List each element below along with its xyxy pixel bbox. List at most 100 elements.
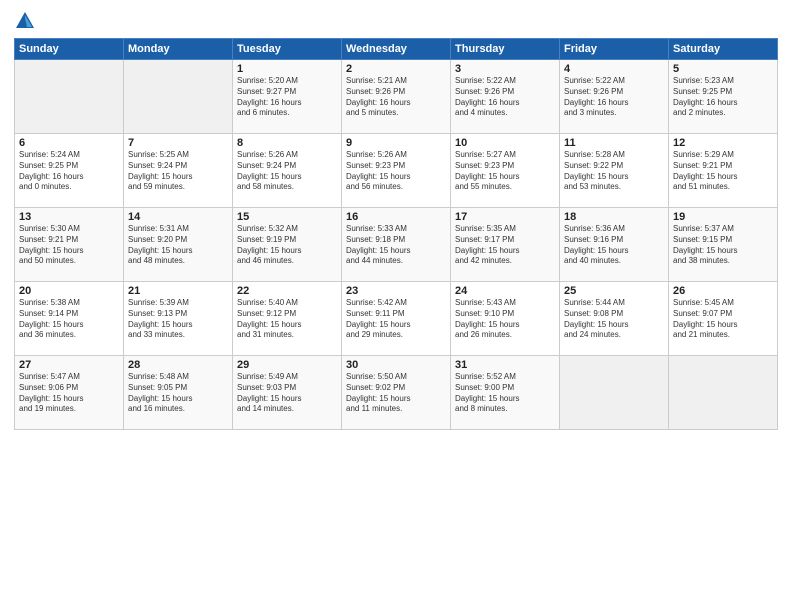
weekday-header: Sunday	[15, 39, 124, 60]
day-info: Sunrise: 5:29 AM Sunset: 9:21 PM Dayligh…	[673, 150, 773, 193]
day-info: Sunrise: 5:27 AM Sunset: 9:23 PM Dayligh…	[455, 150, 555, 193]
weekday-header: Saturday	[669, 39, 778, 60]
day-number: 28	[128, 359, 228, 371]
calendar-cell: 19Sunrise: 5:37 AM Sunset: 9:15 PM Dayli…	[669, 208, 778, 282]
calendar-cell: 11Sunrise: 5:28 AM Sunset: 9:22 PM Dayli…	[560, 134, 669, 208]
day-number: 10	[455, 137, 555, 149]
page-header	[14, 10, 778, 32]
day-number: 19	[673, 211, 773, 223]
day-info: Sunrise: 5:21 AM Sunset: 9:26 PM Dayligh…	[346, 76, 446, 119]
day-number: 9	[346, 137, 446, 149]
calendar-body: 1Sunrise: 5:20 AM Sunset: 9:27 PM Daylig…	[15, 60, 778, 430]
day-info: Sunrise: 5:38 AM Sunset: 9:14 PM Dayligh…	[19, 298, 119, 341]
weekday-header: Thursday	[451, 39, 560, 60]
calendar-week-row: 6Sunrise: 5:24 AM Sunset: 9:25 PM Daylig…	[15, 134, 778, 208]
day-number: 26	[673, 285, 773, 297]
day-number: 11	[564, 137, 664, 149]
day-info: Sunrise: 5:22 AM Sunset: 9:26 PM Dayligh…	[455, 76, 555, 119]
calendar-cell: 5Sunrise: 5:23 AM Sunset: 9:25 PM Daylig…	[669, 60, 778, 134]
calendar-week-row: 13Sunrise: 5:30 AM Sunset: 9:21 PM Dayli…	[15, 208, 778, 282]
day-info: Sunrise: 5:50 AM Sunset: 9:02 PM Dayligh…	[346, 372, 446, 415]
calendar-cell: 14Sunrise: 5:31 AM Sunset: 9:20 PM Dayli…	[124, 208, 233, 282]
calendar-cell: 21Sunrise: 5:39 AM Sunset: 9:13 PM Dayli…	[124, 282, 233, 356]
calendar-cell: 1Sunrise: 5:20 AM Sunset: 9:27 PM Daylig…	[233, 60, 342, 134]
calendar-cell: 3Sunrise: 5:22 AM Sunset: 9:26 PM Daylig…	[451, 60, 560, 134]
calendar-cell	[560, 356, 669, 430]
day-number: 1	[237, 63, 337, 75]
day-number: 24	[455, 285, 555, 297]
calendar-cell: 23Sunrise: 5:42 AM Sunset: 9:11 PM Dayli…	[342, 282, 451, 356]
calendar-cell: 26Sunrise: 5:45 AM Sunset: 9:07 PM Dayli…	[669, 282, 778, 356]
calendar-cell: 18Sunrise: 5:36 AM Sunset: 9:16 PM Dayli…	[560, 208, 669, 282]
calendar-cell: 24Sunrise: 5:43 AM Sunset: 9:10 PM Dayli…	[451, 282, 560, 356]
day-info: Sunrise: 5:22 AM Sunset: 9:26 PM Dayligh…	[564, 76, 664, 119]
calendar-week-row: 20Sunrise: 5:38 AM Sunset: 9:14 PM Dayli…	[15, 282, 778, 356]
calendar-cell: 25Sunrise: 5:44 AM Sunset: 9:08 PM Dayli…	[560, 282, 669, 356]
calendar-cell	[669, 356, 778, 430]
calendar-cell: 7Sunrise: 5:25 AM Sunset: 9:24 PM Daylig…	[124, 134, 233, 208]
calendar-week-row: 1Sunrise: 5:20 AM Sunset: 9:27 PM Daylig…	[15, 60, 778, 134]
day-info: Sunrise: 5:28 AM Sunset: 9:22 PM Dayligh…	[564, 150, 664, 193]
day-number: 18	[564, 211, 664, 223]
calendar-cell: 6Sunrise: 5:24 AM Sunset: 9:25 PM Daylig…	[15, 134, 124, 208]
day-info: Sunrise: 5:26 AM Sunset: 9:23 PM Dayligh…	[346, 150, 446, 193]
day-info: Sunrise: 5:30 AM Sunset: 9:21 PM Dayligh…	[19, 224, 119, 267]
day-number: 17	[455, 211, 555, 223]
calendar-cell: 16Sunrise: 5:33 AM Sunset: 9:18 PM Dayli…	[342, 208, 451, 282]
weekday-row: SundayMondayTuesdayWednesdayThursdayFrid…	[15, 39, 778, 60]
calendar-header: SundayMondayTuesdayWednesdayThursdayFrid…	[15, 39, 778, 60]
calendar-cell: 20Sunrise: 5:38 AM Sunset: 9:14 PM Dayli…	[15, 282, 124, 356]
day-info: Sunrise: 5:35 AM Sunset: 9:17 PM Dayligh…	[455, 224, 555, 267]
calendar-cell: 12Sunrise: 5:29 AM Sunset: 9:21 PM Dayli…	[669, 134, 778, 208]
day-info: Sunrise: 5:20 AM Sunset: 9:27 PM Dayligh…	[237, 76, 337, 119]
calendar-cell: 10Sunrise: 5:27 AM Sunset: 9:23 PM Dayli…	[451, 134, 560, 208]
day-number: 12	[673, 137, 773, 149]
day-info: Sunrise: 5:44 AM Sunset: 9:08 PM Dayligh…	[564, 298, 664, 341]
calendar-table: SundayMondayTuesdayWednesdayThursdayFrid…	[14, 38, 778, 430]
calendar-cell: 17Sunrise: 5:35 AM Sunset: 9:17 PM Dayli…	[451, 208, 560, 282]
calendar-cell: 15Sunrise: 5:32 AM Sunset: 9:19 PM Dayli…	[233, 208, 342, 282]
day-number: 4	[564, 63, 664, 75]
day-info: Sunrise: 5:37 AM Sunset: 9:15 PM Dayligh…	[673, 224, 773, 267]
day-info: Sunrise: 5:36 AM Sunset: 9:16 PM Dayligh…	[564, 224, 664, 267]
day-info: Sunrise: 5:43 AM Sunset: 9:10 PM Dayligh…	[455, 298, 555, 341]
day-number: 15	[237, 211, 337, 223]
day-info: Sunrise: 5:49 AM Sunset: 9:03 PM Dayligh…	[237, 372, 337, 415]
day-number: 2	[346, 63, 446, 75]
day-number: 29	[237, 359, 337, 371]
calendar-cell: 13Sunrise: 5:30 AM Sunset: 9:21 PM Dayli…	[15, 208, 124, 282]
day-number: 23	[346, 285, 446, 297]
day-number: 31	[455, 359, 555, 371]
day-number: 6	[19, 137, 119, 149]
calendar-cell	[15, 60, 124, 134]
day-info: Sunrise: 5:26 AM Sunset: 9:24 PM Dayligh…	[237, 150, 337, 193]
weekday-header: Tuesday	[233, 39, 342, 60]
day-info: Sunrise: 5:39 AM Sunset: 9:13 PM Dayligh…	[128, 298, 228, 341]
day-info: Sunrise: 5:45 AM Sunset: 9:07 PM Dayligh…	[673, 298, 773, 341]
day-number: 25	[564, 285, 664, 297]
day-number: 5	[673, 63, 773, 75]
logo	[14, 10, 38, 32]
day-number: 7	[128, 137, 228, 149]
day-info: Sunrise: 5:25 AM Sunset: 9:24 PM Dayligh…	[128, 150, 228, 193]
weekday-header: Wednesday	[342, 39, 451, 60]
day-info: Sunrise: 5:52 AM Sunset: 9:00 PM Dayligh…	[455, 372, 555, 415]
day-number: 13	[19, 211, 119, 223]
calendar-cell: 2Sunrise: 5:21 AM Sunset: 9:26 PM Daylig…	[342, 60, 451, 134]
weekday-header: Friday	[560, 39, 669, 60]
day-number: 14	[128, 211, 228, 223]
day-info: Sunrise: 5:23 AM Sunset: 9:25 PM Dayligh…	[673, 76, 773, 119]
weekday-header: Monday	[124, 39, 233, 60]
day-number: 30	[346, 359, 446, 371]
day-info: Sunrise: 5:31 AM Sunset: 9:20 PM Dayligh…	[128, 224, 228, 267]
day-info: Sunrise: 5:40 AM Sunset: 9:12 PM Dayligh…	[237, 298, 337, 341]
day-info: Sunrise: 5:47 AM Sunset: 9:06 PM Dayligh…	[19, 372, 119, 415]
day-number: 21	[128, 285, 228, 297]
day-info: Sunrise: 5:32 AM Sunset: 9:19 PM Dayligh…	[237, 224, 337, 267]
day-info: Sunrise: 5:33 AM Sunset: 9:18 PM Dayligh…	[346, 224, 446, 267]
calendar-week-row: 27Sunrise: 5:47 AM Sunset: 9:06 PM Dayli…	[15, 356, 778, 430]
calendar-cell: 4Sunrise: 5:22 AM Sunset: 9:26 PM Daylig…	[560, 60, 669, 134]
calendar-cell: 22Sunrise: 5:40 AM Sunset: 9:12 PM Dayli…	[233, 282, 342, 356]
day-info: Sunrise: 5:48 AM Sunset: 9:05 PM Dayligh…	[128, 372, 228, 415]
day-number: 3	[455, 63, 555, 75]
